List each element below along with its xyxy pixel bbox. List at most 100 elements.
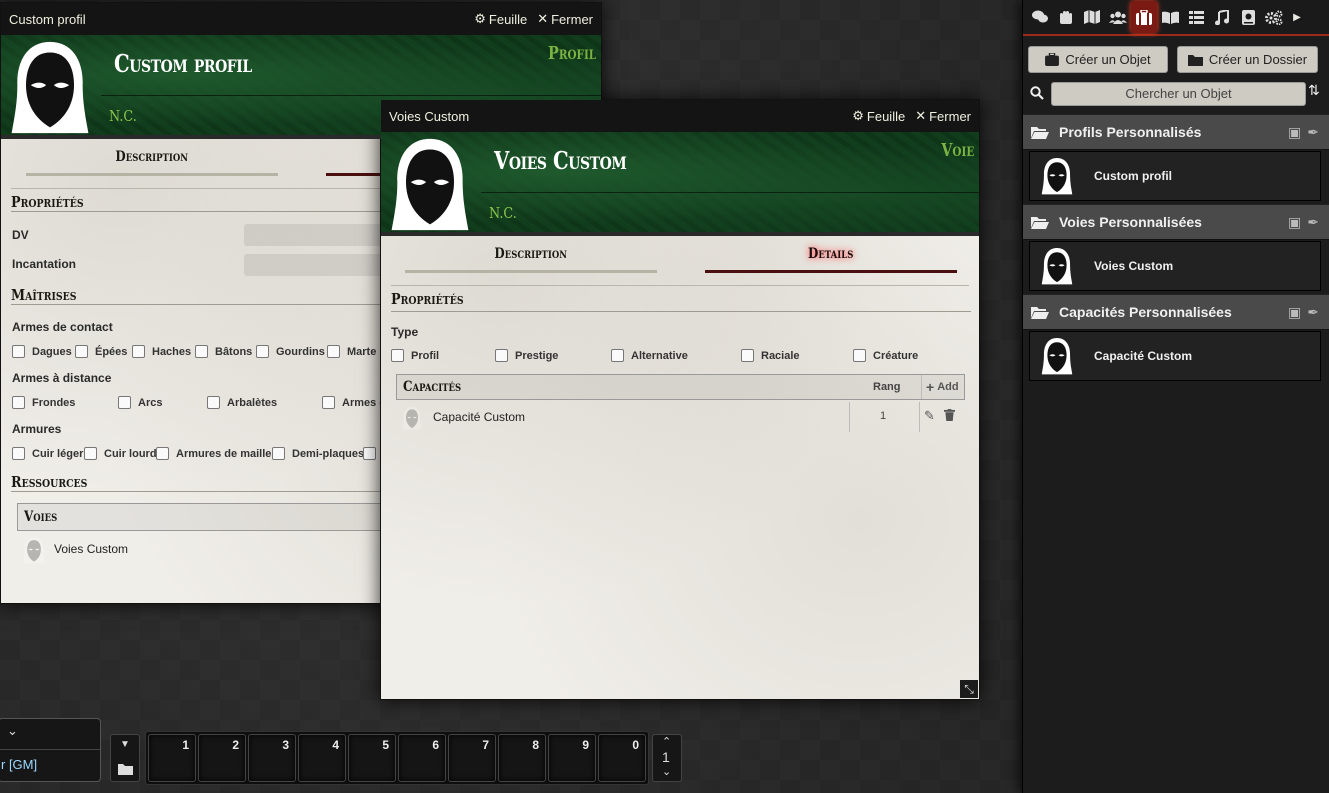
- create-item-button[interactable]: Créer un Objet: [1028, 46, 1168, 73]
- sheet-config-button[interactable]: ⚙ Feuille: [852, 108, 905, 124]
- checkbox-cuir-lourd[interactable]: Cuir lourd: [84, 447, 157, 460]
- checkbox-gourdins[interactable]: Gourdins: [256, 345, 325, 358]
- page-down-icon[interactable]: ⌄: [662, 765, 671, 778]
- hood-avatar-icon[interactable]: [391, 136, 469, 232]
- sidebar: ▶ Créer un Objet Créer un Dossier Cherch…: [1022, 0, 1329, 793]
- trash-icon[interactable]: [944, 408, 955, 421]
- collapse-sidebar-icon[interactable]: ▶: [1287, 1, 1307, 33]
- music-icon[interactable]: [1209, 1, 1235, 33]
- close-button[interactable]: ✕ Fermer: [537, 11, 593, 27]
- checkbox-type-creature[interactable]: Créature: [853, 349, 918, 362]
- hotbar-slot-4[interactable]: 4: [298, 734, 346, 782]
- item-source: N.C.: [489, 204, 517, 222]
- sheet-config-button[interactable]: ⚙ Feuille: [474, 11, 527, 27]
- checkbox-epees[interactable]: Épées: [75, 345, 127, 358]
- checkbox-demi-plaques[interactable]: Demi-plaques: [272, 447, 364, 460]
- checkbox-mailles[interactable]: Armures de mailles: [156, 447, 278, 460]
- entry-custom-profil[interactable]: Custom profil: [1029, 151, 1321, 201]
- hotbar-slot-1[interactable]: 1: [148, 734, 196, 782]
- checkbox-haches[interactable]: Haches: [132, 345, 191, 358]
- checkbox-type-raciale[interactable]: Raciale: [741, 349, 800, 362]
- chevron-down-icon[interactable]: ⌄: [7, 723, 18, 739]
- checkbox-dagues[interactable]: Dagues: [12, 345, 72, 358]
- checkbox-type-alternative[interactable]: Alternative: [611, 349, 688, 362]
- create-subfolder-icon[interactable]: ▣: [1288, 124, 1301, 141]
- sort-icon[interactable]: ⇅: [1308, 82, 1320, 99]
- incantation-label: Incantation: [12, 257, 77, 271]
- create-subfolder-icon[interactable]: ▣: [1288, 304, 1301, 321]
- settings-gears-icon[interactable]: [1261, 1, 1287, 33]
- items-suitcase-icon[interactable]: [1131, 1, 1157, 33]
- tab-details[interactable]: Details: [705, 246, 957, 273]
- checkbox-frondes[interactable]: Frondes: [12, 396, 75, 409]
- capacite-name[interactable]: Capacité Custom: [433, 410, 525, 424]
- checkbox-arbaletes[interactable]: Arbalètes: [207, 396, 277, 409]
- checkbox-batons[interactable]: Bâtons: [195, 345, 252, 358]
- hotbar-slot-3[interactable]: 3: [248, 734, 296, 782]
- chat-icon[interactable]: [1027, 1, 1053, 33]
- suitcase-icon: [1045, 53, 1060, 66]
- resize-handle[interactable]: ⤡: [960, 680, 978, 698]
- map-icon[interactable]: [1079, 1, 1105, 33]
- page-up-icon[interactable]: ⌃: [662, 735, 671, 748]
- armes-distance-label: Armes à distance: [12, 371, 112, 385]
- entry-voies-custom[interactable]: Voies Custom: [1029, 241, 1321, 291]
- armures-label: Armures: [12, 422, 62, 436]
- folder-open-icon: [1031, 216, 1049, 229]
- rang-column-header: Rang: [873, 381, 901, 393]
- caret-down-icon[interactable]: ▼: [120, 739, 130, 750]
- hotbar-page-control: ⌃ 1 ⌄: [652, 734, 682, 782]
- item-name[interactable]: Voies Custom: [494, 146, 627, 175]
- create-entry-feather-icon[interactable]: ✒: [1307, 214, 1319, 231]
- checkbox-armes-de-jet[interactable]: Armes d: [322, 396, 386, 409]
- hotbar-slot-6[interactable]: 6: [398, 734, 446, 782]
- checkbox-type-prestige[interactable]: Prestige: [495, 349, 558, 362]
- hotbar-page-number: 1: [662, 749, 670, 765]
- players-panel: ⌄ r [GM]: [0, 718, 101, 782]
- macro-folder-icon[interactable]: [118, 762, 133, 780]
- edit-icon[interactable]: ✎: [924, 408, 935, 424]
- entry-capacite-custom[interactable]: Capacité Custom: [1029, 331, 1321, 381]
- checkbox-type-profil[interactable]: Profil: [391, 349, 439, 362]
- hood-thumb-icon: [1034, 153, 1080, 199]
- create-subfolder-icon[interactable]: ▣: [1288, 214, 1301, 231]
- close-icon: ✕: [537, 11, 549, 26]
- add-capacite-button[interactable]: + Add: [921, 375, 959, 399]
- create-folder-button[interactable]: Créer un Dossier: [1177, 46, 1318, 73]
- dv-label: DV: [12, 228, 29, 242]
- item-name[interactable]: Custom profil: [114, 49, 252, 78]
- search-icon: [1030, 86, 1044, 100]
- tab-description[interactable]: Description: [405, 246, 657, 273]
- hotbar-slot-2[interactable]: 2: [198, 734, 246, 782]
- search-input[interactable]: Chercher un Objet: [1051, 82, 1306, 106]
- combat-icon[interactable]: [1053, 1, 1079, 33]
- checkbox-marteaux[interactable]: Marte: [327, 345, 376, 358]
- hood-avatar-icon[interactable]: [11, 39, 89, 135]
- create-entry-feather-icon[interactable]: ✒: [1307, 124, 1319, 141]
- journal-book-icon[interactable]: [1157, 1, 1183, 33]
- compendium-atlas-icon[interactable]: [1235, 1, 1261, 33]
- close-button[interactable]: ✕ Fermer: [915, 108, 971, 124]
- hotbar-slot-8[interactable]: 8: [498, 734, 546, 782]
- folder-icon: [1187, 54, 1203, 66]
- folder-voies[interactable]: Voies Personnalisées ▣ ✒: [1023, 204, 1329, 240]
- hotbar-slot-9[interactable]: 9: [548, 734, 596, 782]
- users-icon[interactable]: [1105, 1, 1131, 33]
- folder-capacites[interactable]: Capacités Personnalisées ▣ ✒: [1023, 294, 1329, 330]
- create-entry-feather-icon[interactable]: ✒: [1307, 304, 1319, 321]
- voie-item[interactable]: Voies Custom: [54, 542, 128, 556]
- section-proprietes: Propriétés: [391, 290, 971, 312]
- hotbar-slot-0[interactable]: 0: [598, 734, 646, 782]
- tab-description[interactable]: Description: [26, 149, 278, 176]
- window-title: Voies Custom: [389, 108, 470, 124]
- checkbox-arcs[interactable]: Arcs: [118, 396, 162, 409]
- window-titlebar[interactable]: Custom profil ⚙ Feuille ✕ Fermer: [1, 3, 601, 35]
- folder-profils[interactable]: Profils Personnalisés ▣ ✒: [1023, 114, 1329, 150]
- checkbox-cuir-leger[interactable]: Cuir léger: [12, 447, 83, 460]
- hotbar-slot-5[interactable]: 5: [348, 734, 396, 782]
- item-source: N.C.: [109, 107, 137, 125]
- window-titlebar[interactable]: Voies Custom ⚙ Feuille ✕ Fermer: [381, 100, 979, 132]
- item-type: Profil: [547, 43, 596, 64]
- tables-list-icon[interactable]: [1183, 1, 1209, 33]
- hotbar-slot-7[interactable]: 7: [448, 734, 496, 782]
